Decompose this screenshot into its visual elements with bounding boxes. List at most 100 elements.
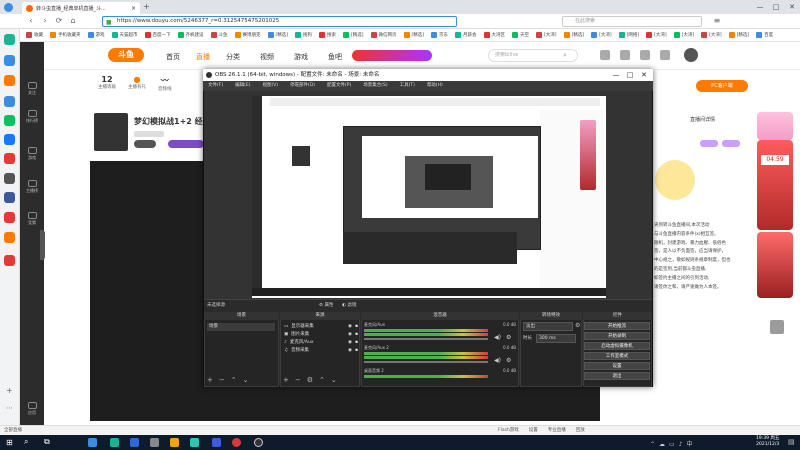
menu-icon[interactable]: ≡ [712, 16, 722, 26]
bookmark-item[interactable]: 微信网页 [370, 32, 397, 38]
new-tab-button[interactable]: + [143, 3, 151, 11]
bookmark-item[interactable]: 搜狗 [295, 32, 312, 38]
bookmark-item[interactable]: 百度 [756, 32, 773, 38]
bookmark-item[interactable]: 手机收藏夹 [50, 32, 81, 38]
volume-fader[interactable] [364, 361, 488, 363]
back-icon[interactable]: ‹ [26, 16, 36, 26]
sidebar-app-icon[interactable] [4, 255, 15, 266]
bookmark-item[interactable]: 天猫超市 [111, 32, 138, 38]
visibility-icon[interactable]: ◉ [348, 339, 352, 347]
bookmark-item[interactable]: [精选] [267, 32, 288, 38]
taskbar-app-icon[interactable] [190, 438, 199, 447]
nav-follow[interactable]: 关注 [20, 80, 44, 100]
speaker-icon[interactable]: ◀) [494, 334, 501, 341]
follow-button[interactable] [134, 140, 156, 148]
stat-audio[interactable]: 〰音频线 [158, 75, 172, 103]
menu-view[interactable]: 视图(V) [262, 81, 278, 91]
menu-edit[interactable]: 编辑(E) [235, 81, 250, 91]
obs-maximize-icon[interactable]: □ [623, 69, 637, 81]
menu-file[interactable]: 文件(F) [208, 81, 223, 91]
source-item[interactable]: ♪ 麦克风/Aux ◉ ▪ [284, 339, 358, 347]
footer-all-live[interactable]: 全部直播 [4, 428, 22, 433]
chat-badge[interactable] [722, 140, 740, 147]
anchor-avatar[interactable] [94, 113, 128, 151]
filters-button[interactable]: ◐ 滤镜 [342, 300, 356, 312]
menu-profile[interactable]: 配置文件(P) [327, 81, 351, 91]
close-window-icon[interactable]: ✕ [787, 2, 797, 12]
taskbar-app-icon[interactable] [130, 438, 139, 447]
sidebar-app-icon[interactable] [4, 34, 15, 45]
channel-settings-icon[interactable]: ⚙ [506, 334, 511, 341]
bookmark-item[interactable]: [大湾] [646, 32, 667, 38]
add-icon[interactable]: + [6, 386, 13, 395]
taskbar-clock[interactable]: 19:39 周五 2021/12/3 [756, 436, 779, 448]
promo-banner[interactable] [352, 50, 432, 61]
ad-countdown-card[interactable] [757, 140, 793, 230]
start-streaming-button[interactable]: 开始推流 [584, 322, 650, 330]
taskbar-app-icon[interactable] [212, 438, 221, 447]
reload-icon[interactable]: ⟳ [54, 16, 64, 26]
collapse-handle[interactable] [40, 230, 45, 260]
sidebar-app-icon[interactable] [4, 232, 15, 243]
avatar[interactable] [684, 48, 698, 62]
sidebar-app-icon[interactable] [4, 75, 15, 86]
taskbar-app-icon[interactable] [232, 438, 241, 447]
bookmark-item[interactable]: 京东 [431, 32, 448, 38]
browser-search-input[interactable]: 在此搜索 [562, 16, 702, 27]
source-settings-icon[interactable]: ⚙ [307, 376, 313, 385]
lock-icon[interactable]: ▪ [355, 339, 358, 347]
visibility-icon[interactable]: ◉ [348, 331, 352, 339]
bookmark-item[interactable]: [大湾] [591, 32, 612, 38]
bookmark-item[interactable]: 赛博朋克 [234, 32, 261, 38]
nav-live[interactable]: 直播 [196, 52, 210, 62]
stat-gift[interactable]: ● 主播有礼 [128, 75, 146, 103]
move-up-icon[interactable]: ⌃ [231, 376, 237, 385]
remove-scene-icon[interactable]: − [219, 376, 225, 385]
bookmark-item[interactable]: [精选] [563, 32, 584, 38]
fan-badge[interactable] [168, 140, 204, 148]
bookmark-item[interactable]: 天空 [512, 32, 529, 38]
studio-mode-button[interactable]: 工作室模式 [584, 352, 650, 360]
add-source-icon[interactable]: + [283, 376, 289, 385]
minimize-icon[interactable]: — [755, 2, 765, 12]
sidebar-app-icon[interactable] [4, 153, 15, 164]
lock-icon[interactable]: ▪ [355, 323, 358, 331]
follow-icon[interactable] [660, 50, 670, 60]
move-down-icon[interactable]: ⌄ [243, 376, 249, 385]
scroll-top-icon[interactable] [770, 320, 784, 334]
start-recording-button[interactable]: 开始录制 [584, 332, 650, 340]
footer-replay[interactable]: 回放 [576, 426, 585, 435]
nav-games[interactable]: 游戏 [20, 145, 44, 165]
bookmark-item[interactable]: [精选] [343, 32, 364, 38]
taskbar-search-icon[interactable]: ⌕ [24, 437, 28, 447]
remove-source-icon[interactable]: − [295, 376, 301, 385]
close-tab-icon[interactable]: × [131, 5, 136, 12]
browser-tab[interactable]: 转斗虫直播_经典单机直播_斗... × [22, 2, 140, 14]
footer-pro-live[interactable]: 专业直播 [548, 426, 566, 435]
lock-icon[interactable]: ▪ [355, 331, 358, 339]
bookmark-item[interactable]: 大湾区 [483, 32, 505, 38]
sidebar-app-icon[interactable] [4, 55, 15, 66]
bookmark-item[interactable]: 搜索 [319, 32, 336, 38]
bookmark-item[interactable]: [精选] [403, 32, 424, 38]
add-scene-icon[interactable]: + [207, 376, 213, 385]
nav-fishbar[interactable]: 鱼吧 [328, 52, 342, 62]
transition-settings-icon[interactable]: ⚙ [575, 322, 580, 329]
menu-help[interactable]: 帮助(H) [427, 81, 443, 91]
source-item[interactable]: ▣ 图片采集 ◉ ▪ [284, 331, 358, 339]
nav-category[interactable]: 分类 [226, 52, 240, 62]
volume-fader[interactable] [364, 338, 488, 340]
nav-apps[interactable]: 应用 [20, 400, 44, 420]
sidebar-app-icon[interactable] [4, 96, 15, 107]
settings-button[interactable]: 设置 [584, 362, 650, 370]
stat-level[interactable]: 12 主播等级 [98, 75, 116, 103]
taskbar-folder-icon[interactable] [170, 438, 179, 447]
url-input[interactable]: ■ https://www.douyu.com/5246377_r=0.3125… [102, 16, 457, 27]
bookmark-item[interactable]: 斗鱼 [210, 32, 228, 38]
pc-client-button[interactable]: PC客户端 [696, 80, 748, 92]
move-up-icon[interactable]: ⌃ [319, 376, 325, 385]
bookmark-item[interactable]: [大湾] [536, 32, 557, 38]
chat-badge[interactable] [700, 140, 718, 147]
move-down-icon[interactable]: ⌄ [331, 376, 337, 385]
more-icon[interactable]: ⋯ [6, 404, 13, 412]
